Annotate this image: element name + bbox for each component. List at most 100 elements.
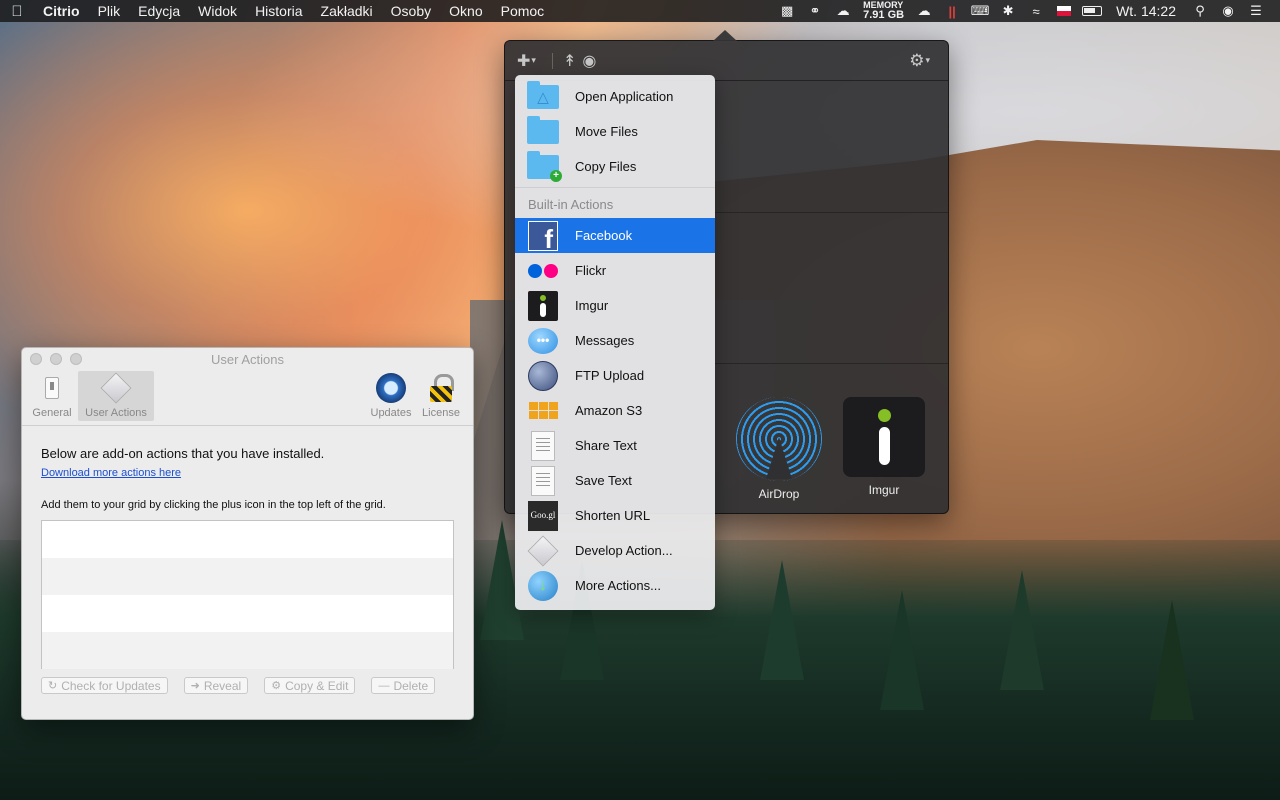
arrow-circle-icon: ➜ — [190, 680, 200, 692]
memory-value: 7.91 GB — [863, 9, 905, 21]
grid-tile-imgur[interactable]: Imgur — [840, 397, 928, 501]
menu-item-label: More Actions... — [575, 578, 661, 593]
menu-item-develop-action[interactable]: Develop Action... — [515, 533, 715, 568]
gear-icon: ⚙ — [271, 680, 282, 692]
menu-item-move-files[interactable]: Move Files — [515, 114, 715, 149]
menu-item-more-actions[interactable]: ↓ More Actions... — [515, 568, 715, 603]
list-row[interactable] — [42, 558, 453, 595]
download-actions-link[interactable]: Download more actions here — [41, 467, 181, 479]
menu-app-name[interactable]: Citrio — [34, 0, 89, 22]
bluetooth-icon[interactable]: ✱ — [994, 0, 1022, 22]
menu-widok[interactable]: Widok — [189, 0, 246, 22]
tab-label: Updates — [370, 407, 412, 419]
menu-item-messages[interactable]: ••• Messages — [515, 323, 715, 358]
menu-item-facebook[interactable]: f Facebook — [515, 218, 715, 254]
facebook-icon: f — [526, 220, 560, 254]
grid-divider — [715, 363, 948, 364]
cube-icon — [100, 372, 132, 404]
dropzone-status-icon[interactable]: ▩ — [773, 0, 801, 22]
menu-item-label: Imgur — [575, 298, 609, 313]
popover-arrow — [713, 30, 737, 41]
user-account-icon[interactable]: ◉ — [1214, 0, 1242, 22]
download-globe-icon: ↓ — [526, 570, 560, 601]
input-flag-icon[interactable] — [1050, 0, 1078, 22]
menu-item-label: Facebook — [575, 228, 633, 243]
menu-osoby[interactable]: Osoby — [382, 0, 440, 22]
minus-icon: — — [378, 679, 390, 692]
prefs-toolbar: General User Actions Updates License — [22, 370, 473, 426]
delete-button[interactable]: — Delete — [371, 677, 436, 694]
spotlight-search-icon[interactable]: ⚲ — [1186, 0, 1214, 22]
grid-divider — [715, 212, 948, 213]
menu-item-label: Amazon S3 — [575, 403, 643, 418]
keyboard-icon[interactable]: ⌨ — [966, 0, 994, 22]
notification-center-icon[interactable]: ☰ — [1242, 0, 1270, 22]
tile-label: AirDrop — [758, 487, 800, 501]
tab-general[interactable]: General — [28, 371, 76, 421]
action-buttons: ↻ Check for Updates ➜ Reveal ⚙ Copy & Ed… — [41, 677, 454, 694]
menu-item-amazon-s3[interactable]: Amazon S3 — [515, 393, 715, 428]
wifi-icon[interactable]: ≈ — [1022, 0, 1050, 22]
updates-icon — [376, 373, 406, 403]
menu-plik[interactable]: Plik — [89, 0, 130, 22]
user-actions-list[interactable] — [41, 520, 454, 669]
add-action-button[interactable]: ✚ ▾ — [517, 51, 536, 71]
minimize-window-button[interactable] — [50, 353, 62, 365]
menu-pomoc[interactable]: Pomoc — [492, 0, 554, 22]
gear-icon[interactable]: ⚙ ▾ — [909, 51, 930, 71]
tab-updates[interactable]: Updates — [367, 371, 415, 421]
menu-bar:  Citrio Plik Edycja Widok Historia Zakł… — [0, 0, 1280, 22]
battery-icon[interactable] — [1078, 0, 1106, 22]
menu-item-open-application[interactable]: △ Open Application — [515, 79, 715, 114]
wallpaper-tree — [760, 560, 804, 680]
prefs-body: Below are add-on actions that you have i… — [22, 426, 473, 694]
tab-license[interactable]: License — [417, 371, 465, 421]
hint-text: Add them to your grid by clicking the pl… — [41, 499, 386, 511]
messages-icon: ••• — [526, 326, 560, 356]
cloud-home-icon[interactable]: ☁ — [910, 0, 938, 22]
creative-cloud-icon[interactable]: ☁ — [829, 0, 857, 22]
close-window-button[interactable] — [30, 353, 42, 365]
tab-user-actions[interactable]: User Actions — [78, 371, 154, 421]
menu-item-imgur[interactable]: Imgur — [515, 288, 715, 323]
list-row[interactable] — [42, 632, 453, 669]
list-row[interactable] — [42, 595, 453, 632]
menu-separator — [515, 187, 715, 188]
googl-icon: Goo.gl — [526, 500, 560, 531]
menu-item-save-text[interactable]: Save Text — [515, 463, 715, 498]
tile-label: Imgur — [868, 483, 900, 497]
collapse-icon[interactable]: ↟ — [563, 51, 576, 71]
wallpaper-tree — [880, 590, 924, 710]
menu-zakladki[interactable]: Zakładki — [312, 0, 382, 22]
menu-item-shorten-url[interactable]: Goo.gl Shorten URL — [515, 498, 715, 533]
grid-tile-airdrop[interactable]: AirDrop — [735, 397, 823, 501]
intro-text: Below are add-on actions that you have i… — [41, 446, 325, 461]
copy-edit-button[interactable]: ⚙ Copy & Edit — [264, 677, 356, 694]
add-action-menu: △ Open Application Move Files + Copy Fil… — [515, 75, 715, 610]
reveal-button[interactable]: ➜ Reveal — [183, 677, 249, 694]
apple-menu-icon[interactable]:  — [0, 3, 34, 20]
wallpaper-tree — [1000, 570, 1044, 690]
menu-item-copy-files[interactable]: + Copy Files — [515, 149, 715, 184]
parallels-icon[interactable]: || — [938, 0, 966, 22]
check-updates-button[interactable]: ↻ Check for Updates — [41, 677, 168, 694]
list-row[interactable] — [42, 521, 453, 558]
menu-item-label: Save Text — [575, 473, 632, 488]
menu-item-flickr[interactable]: Flickr — [515, 253, 715, 288]
menu-clock[interactable]: Wt. 14:22 — [1106, 3, 1186, 19]
menu-item-label: Develop Action... — [575, 543, 673, 558]
menu-item-share-text[interactable]: Share Text — [515, 428, 715, 463]
record-icon[interactable]: ◉ — [582, 51, 596, 71]
memory-monitor[interactable]: MEMORY 7.91 GB — [857, 1, 910, 21]
sync-status-icon[interactable]: ⚭ — [801, 0, 829, 22]
menu-edycja[interactable]: Edycja — [129, 0, 189, 22]
text-document-icon — [526, 465, 560, 496]
menu-okno[interactable]: Okno — [440, 0, 491, 22]
user-actions-window: User Actions General User Actions Update… — [21, 347, 474, 720]
zoom-window-button[interactable] — [70, 353, 82, 365]
menu-historia[interactable]: Historia — [246, 0, 311, 22]
folder-icon — [526, 115, 560, 147]
lock-icon — [426, 373, 456, 403]
flickr-icon — [526, 256, 560, 286]
menu-item-ftp-upload[interactable]: FTP Upload — [515, 358, 715, 393]
